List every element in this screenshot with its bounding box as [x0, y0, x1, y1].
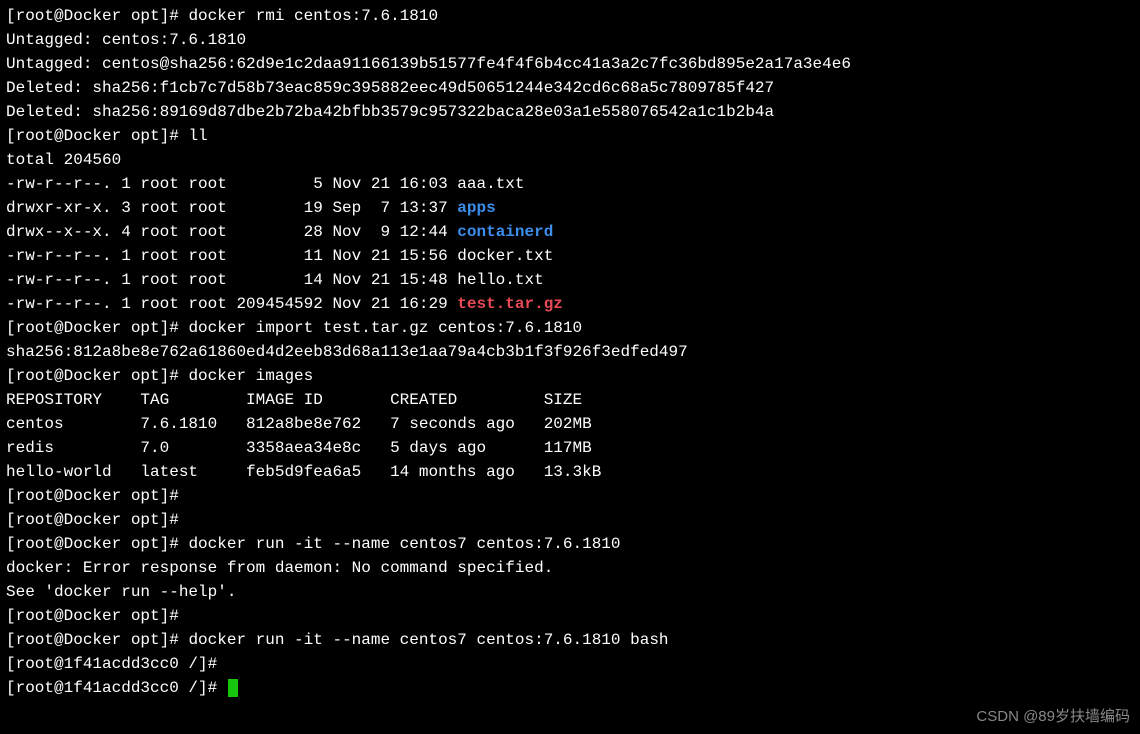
ls-row-prefix: drwx--x--x. 4 root root 28 Nov 9 12:44 — [6, 223, 457, 241]
output-line: -rw-r--r--. 1 root root 11 Nov 21 15:56 … — [6, 244, 1134, 268]
watermark: CSDN @89岁扶墙编码 — [976, 706, 1130, 729]
terminal-line: [root@Docker opt]# — [6, 604, 1134, 628]
archive-name: test.tar.gz — [457, 295, 563, 313]
prompt: [root@Docker opt]# — [6, 319, 188, 337]
table-row: centos 7.6.1810 812a8be8e762 7 seconds a… — [6, 412, 1134, 436]
terminal-line-active[interactable]: [root@1f41acdd3cc0 /]# — [6, 676, 1134, 700]
directory-name: apps — [457, 199, 495, 217]
prompt: [root@Docker opt]# — [6, 7, 188, 25]
prompt: [root@Docker opt]# — [6, 127, 188, 145]
output-line: -rw-r--r--. 1 root root 5 Nov 21 16:03 a… — [6, 172, 1134, 196]
output-line: docker: Error response from daemon: No c… — [6, 556, 1134, 580]
prompt: [root@Docker opt]# — [6, 607, 188, 625]
terminal-line: [root@Docker opt]# docker run -it --name… — [6, 532, 1134, 556]
terminal-line: [root@Docker opt]# — [6, 484, 1134, 508]
terminal-line: [root@Docker opt]# — [6, 508, 1134, 532]
prompt-container: [root@1f41acdd3cc0 /]# — [6, 655, 227, 673]
output-line: Untagged: centos:7.6.1810 — [6, 28, 1134, 52]
command-run-bash: docker run -it --name centos7 centos:7.6… — [188, 631, 668, 649]
terminal-line: [root@Docker opt]# docker images — [6, 364, 1134, 388]
output-line: See 'docker run --help'. — [6, 580, 1134, 604]
command-rmi: docker rmi centos:7.6.1810 — [188, 7, 438, 25]
terminal-line: [root@Docker opt]# docker import test.ta… — [6, 316, 1134, 340]
output-line: -rw-r--r--. 1 root root 14 Nov 21 15:48 … — [6, 268, 1134, 292]
prompt-container: [root@1f41acdd3cc0 /]# — [6, 679, 227, 697]
prompt: [root@Docker opt]# — [6, 511, 188, 529]
output-line: drwx--x--x. 4 root root 28 Nov 9 12:44 c… — [6, 220, 1134, 244]
output-line: Untagged: centos@sha256:62d9e1c2daa91166… — [6, 52, 1134, 76]
prompt: [root@Docker opt]# — [6, 487, 188, 505]
output-line: sha256:812a8be8e762a61860ed4d2eeb83d68a1… — [6, 340, 1134, 364]
terminal-line: [root@Docker opt]# docker rmi centos:7.6… — [6, 4, 1134, 28]
table-header: REPOSITORY TAG IMAGE ID CREATED SIZE — [6, 388, 1134, 412]
ls-row-prefix: -rw-r--r--. 1 root root 209454592 Nov 21… — [6, 295, 457, 313]
table-row: redis 7.0 3358aea34e8c 5 days ago 117MB — [6, 436, 1134, 460]
cursor-icon — [228, 679, 238, 697]
table-row: hello-world latest feb5d9fea6a5 14 month… — [6, 460, 1134, 484]
terminal-line: [root@Docker opt]# docker run -it --name… — [6, 628, 1134, 652]
command-run: docker run -it --name centos7 centos:7.6… — [188, 535, 620, 553]
output-line: Deleted: sha256:89169d87dbe2b72ba42bfbb3… — [6, 100, 1134, 124]
command-ll: ll — [188, 127, 207, 145]
terminal-line: [root@Docker opt]# ll — [6, 124, 1134, 148]
prompt: [root@Docker opt]# — [6, 367, 188, 385]
output-line: drwxr-xr-x. 3 root root 19 Sep 7 13:37 a… — [6, 196, 1134, 220]
prompt: [root@Docker opt]# — [6, 535, 188, 553]
ls-row-prefix: drwxr-xr-x. 3 root root 19 Sep 7 13:37 — [6, 199, 457, 217]
terminal-line: [root@1f41acdd3cc0 /]# — [6, 652, 1134, 676]
command-images: docker images — [188, 367, 313, 385]
directory-name: containerd — [457, 223, 553, 241]
command-import: docker import test.tar.gz centos:7.6.181… — [188, 319, 582, 337]
output-line: total 204560 — [6, 148, 1134, 172]
output-line: -rw-r--r--. 1 root root 209454592 Nov 21… — [6, 292, 1134, 316]
prompt: [root@Docker opt]# — [6, 631, 188, 649]
output-line: Deleted: sha256:f1cb7c7d58b73eac859c3958… — [6, 76, 1134, 100]
